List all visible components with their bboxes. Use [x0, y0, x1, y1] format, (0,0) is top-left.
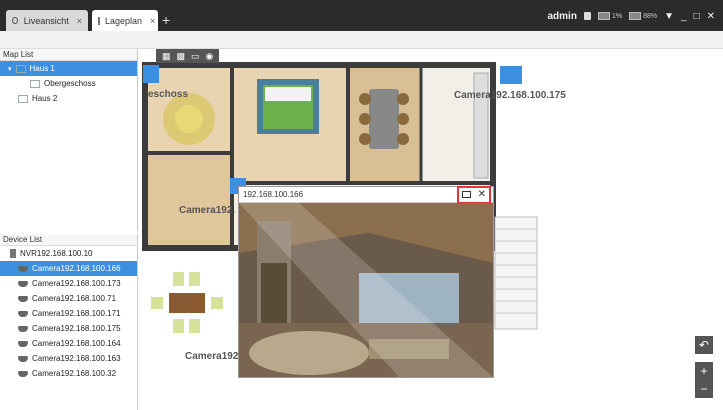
camera-icon — [18, 325, 28, 332]
map-icon — [30, 79, 40, 88]
cpu-meter: 1% — [597, 12, 623, 20]
map-item-label: Obergeschoss — [44, 79, 96, 88]
map-item-label: Haus 2 — [32, 94, 58, 103]
camera-icon — [18, 310, 28, 317]
minimize-icon[interactable]: _ — [681, 11, 687, 22]
close-icon[interactable]: × — [150, 16, 155, 26]
device-label: Camera192.168.100.173 — [32, 279, 121, 288]
tab-liveansicht[interactable]: Liveansicht × — [6, 10, 88, 31]
device-item-nvr[interactable]: NVR192.168.100.10 — [0, 246, 137, 261]
camera-label-175[interactable]: Camera192.168.100.175 — [454, 90, 566, 101]
maximize-icon[interactable] — [461, 191, 471, 198]
cpu-icon — [597, 12, 610, 20]
unlock-icon[interactable]: ▭ — [191, 51, 200, 62]
back-button[interactable]: ↶ — [695, 336, 713, 354]
ram-value: 88% — [643, 12, 658, 20]
sub-toolbar — [0, 31, 723, 49]
ram-meter: 88% — [629, 12, 657, 20]
camera-icon — [18, 280, 28, 287]
eye-icon — [12, 17, 18, 24]
ram-icon — [629, 12, 642, 20]
close-window-icon[interactable]: ✕ — [707, 11, 715, 22]
camera-icon — [18, 340, 28, 347]
device-list-panel: Device List NVR192.168.100.10 Camera192.… — [0, 234, 138, 410]
maximize-icon[interactable]: □ — [694, 11, 700, 22]
map-label: eschoss — [148, 89, 189, 100]
camera-popup: 192.168.100.166 ✕ — [238, 185, 494, 378]
zoom-in-button[interactable]: + — [695, 362, 713, 380]
device-label: Camera192.168.100.175 — [32, 324, 121, 333]
add-tab-button[interactable]: + — [162, 12, 170, 28]
cpu-value: 1% — [611, 12, 623, 20]
camera-icon — [18, 265, 28, 272]
tab-lageplan[interactable]: Lageplan × — [92, 10, 158, 31]
popup-header: 192.168.100.166 ✕ — [239, 185, 493, 204]
map-list-panel: Map List ▾ Haus 1 Obergeschoss Haus 2 — [0, 49, 138, 231]
popup-title: 192.168.100.166 — [243, 190, 304, 199]
device-item-camera[interactable]: Camera192.168.100.175 — [0, 321, 137, 336]
tab-label: Liveansicht — [23, 15, 69, 26]
device-item-camera[interactable]: Camera192.168.100.164 — [0, 336, 137, 351]
collapse-icon[interactable]: ▾ — [8, 65, 12, 73]
device-label: Camera192.168.100.166 — [32, 264, 121, 273]
close-icon[interactable]: ✕ — [478, 189, 486, 200]
popup-controls: ✕ — [456, 185, 492, 204]
title-bar: Liveansicht × Lageplan × + admin 1% 88% … — [0, 0, 723, 31]
device-label: NVR192.168.100.10 — [20, 249, 93, 258]
camera-label-166[interactable]: Camera192. — [179, 205, 235, 216]
map-item-obergeschoss[interactable]: Obergeschoss — [0, 76, 137, 91]
device-item-camera[interactable]: Camera192.168.100.171 — [0, 306, 137, 321]
trash-icon[interactable]: ▩ — [177, 51, 186, 62]
username: admin — [547, 10, 577, 22]
device-item-camera[interactable]: Camera192.168.100.173 — [0, 276, 137, 291]
map-item-haus1[interactable]: ▾ Haus 1 — [0, 61, 137, 76]
eye-icon[interactable]: ◉ — [206, 51, 214, 62]
camera-icon — [18, 370, 28, 377]
live-video[interactable] — [239, 203, 493, 377]
map-toolbar: ▦ ▩ ▭ ◉ — [156, 49, 220, 63]
device-item-camera[interactable]: Camera192.168.100.163 — [0, 351, 137, 366]
map-item-haus2[interactable]: Haus 2 — [0, 91, 137, 106]
device-label: Camera192.168.100.164 — [32, 339, 121, 348]
device-label: Camera192.168.100.163 — [32, 354, 121, 363]
lock-icon[interactable] — [583, 12, 591, 20]
device-label: Camera192.168.100.71 — [32, 294, 117, 303]
tab-label: Lageplan — [105, 15, 143, 26]
device-item-camera[interactable]: Camera192.168.100.71 — [0, 291, 137, 306]
map-icon — [15, 64, 26, 73]
folder-icon[interactable]: ▦ — [162, 51, 171, 62]
device-item-camera[interactable]: Camera192.168.100.32 — [0, 366, 137, 381]
device-list-title: Device List — [0, 234, 137, 246]
map-icon — [98, 16, 100, 25]
camera-label[interactable]: Camera192 — [185, 351, 238, 362]
camera-icon — [18, 295, 28, 302]
menu-icon[interactable]: ▼ — [664, 11, 674, 22]
device-item-camera[interactable]: Camera192.168.100.166 — [0, 261, 137, 276]
map-list-title: Map List — [0, 49, 137, 61]
close-icon[interactable]: × — [77, 16, 82, 26]
map-item-label: Haus 1 — [29, 64, 55, 73]
zoom-out-button[interactable]: − — [695, 380, 713, 398]
nvr-icon — [10, 249, 16, 258]
map-icon — [18, 94, 28, 103]
device-label: Camera192.168.100.32 — [32, 369, 117, 378]
system-tray: admin 1% 88% ▼ _ □ ✕ — [548, 8, 716, 24]
camera-icon — [18, 355, 28, 362]
device-label: Camera192.168.100.171 — [32, 309, 121, 318]
